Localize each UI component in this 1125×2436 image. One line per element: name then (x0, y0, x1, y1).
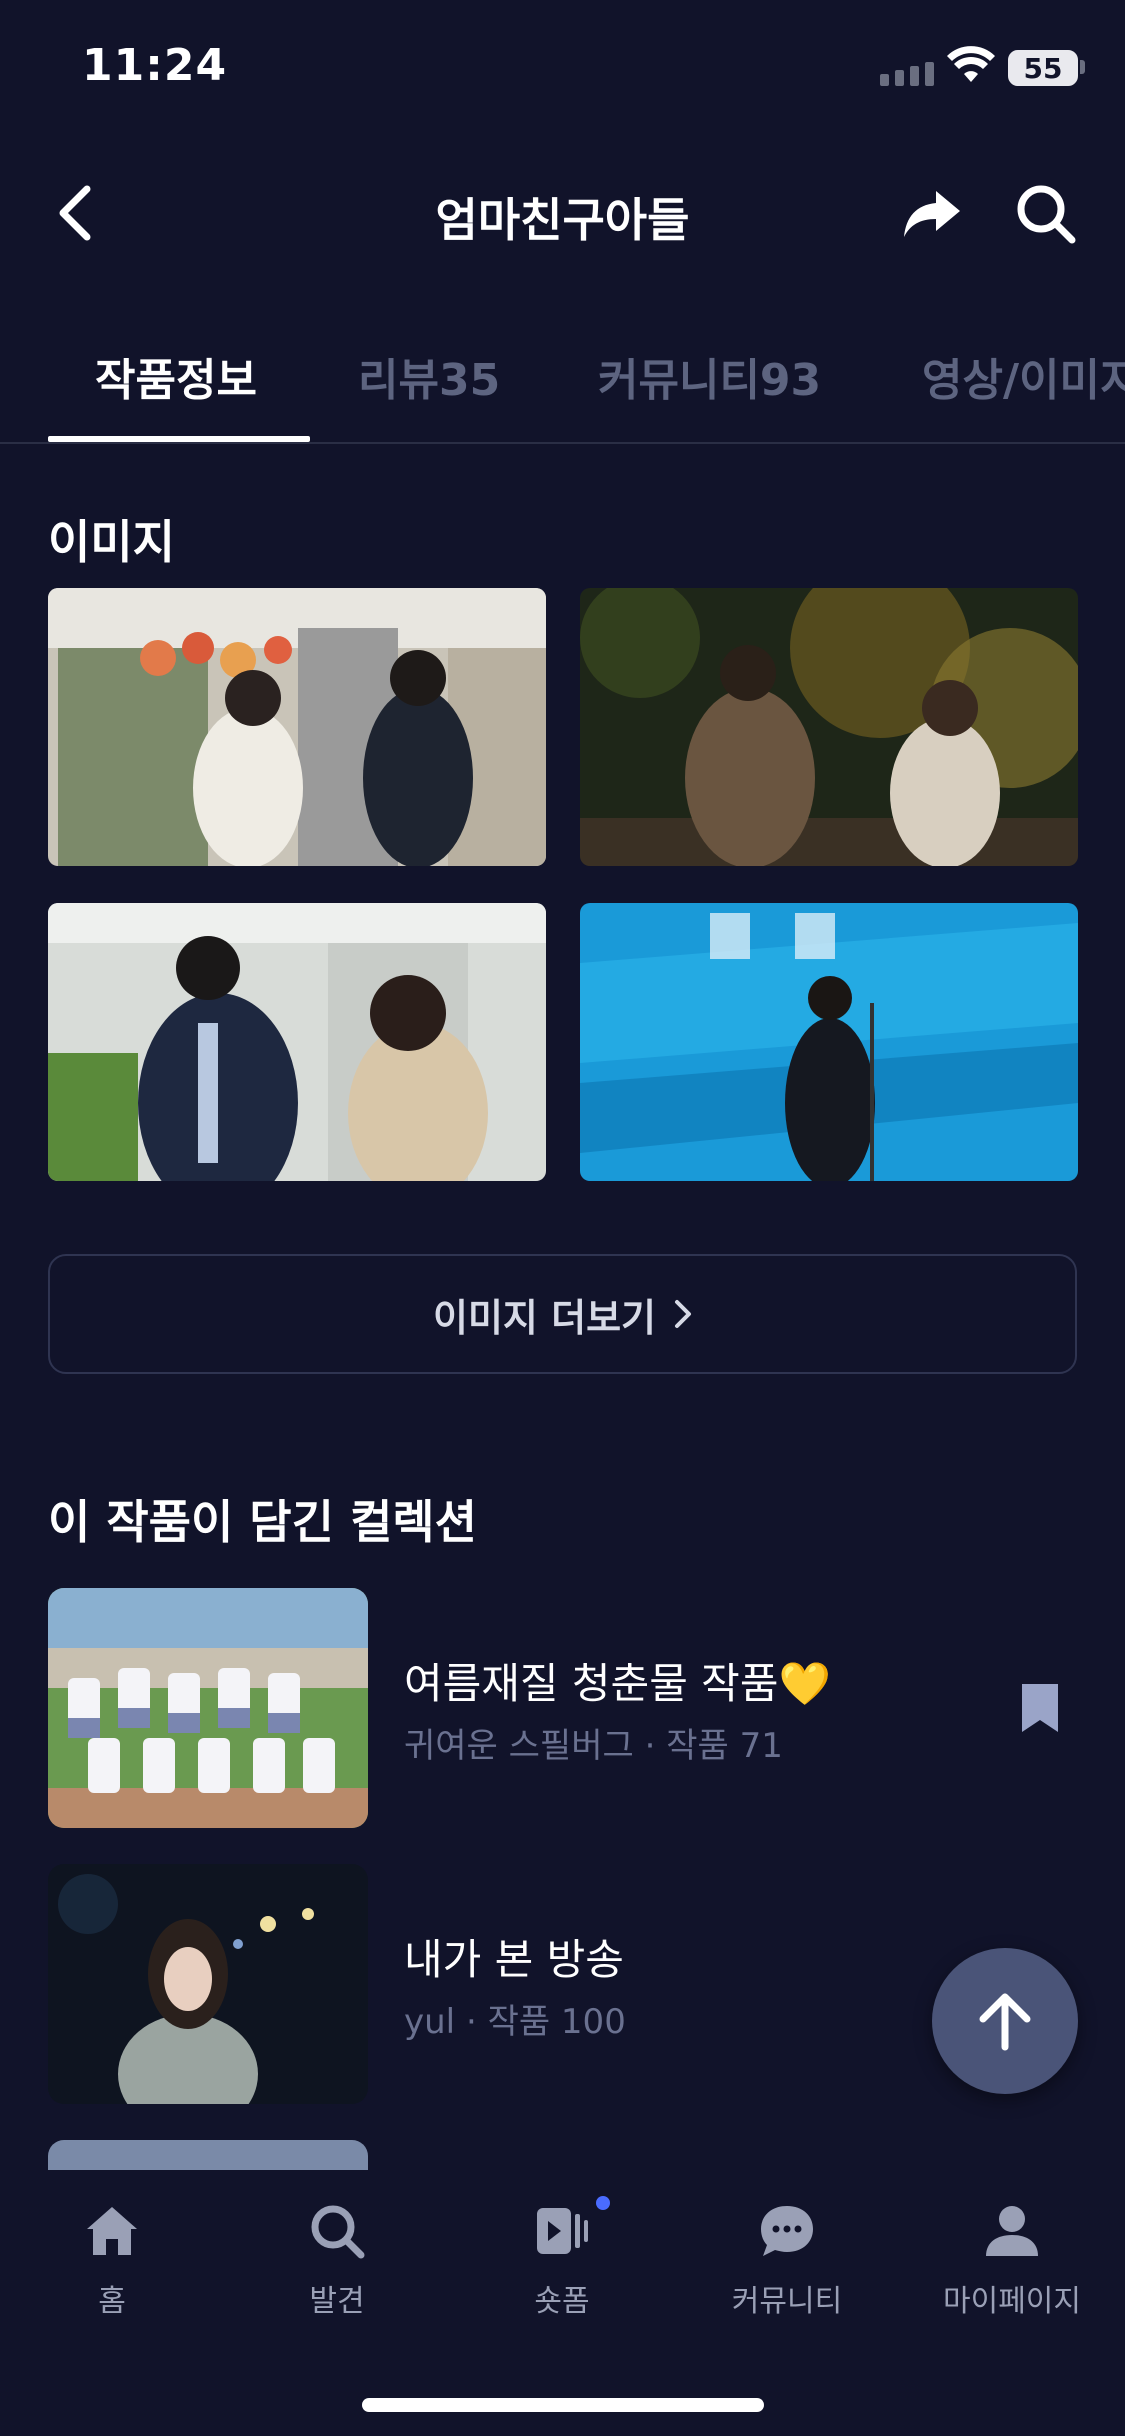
battery-tip (1080, 60, 1085, 74)
nav-shortform[interactable]: 숏폼 (472, 2196, 652, 2320)
collection-item[interactable]: 여름재질 청춘물 작품💛 귀여운 스필버그 · 작품 71 (48, 1588, 1077, 1828)
bookmark-icon[interactable] (1016, 1680, 1064, 1736)
collection-thumbnail-partial (48, 2140, 368, 2170)
tab-bar: 작품정보 리뷰35 커뮤니티93 영상/이미지 (0, 330, 1125, 444)
person-icon (986, 2206, 1038, 2256)
tab-media[interactable]: 영상/이미지 (922, 344, 1125, 408)
tab-info[interactable]: 작품정보 (95, 344, 257, 408)
shortform-icon (537, 2208, 588, 2254)
nav-discover-label: 발견 (309, 2284, 365, 2319)
nav-community-label: 커뮤니티 (731, 2284, 843, 2319)
home-icon (87, 2207, 137, 2255)
collection-owner: yul (404, 2002, 456, 2042)
drama-still-image[interactable] (580, 588, 1078, 866)
drama-still-image[interactable] (580, 903, 1078, 1181)
images-section-title: 이미지 (48, 515, 175, 569)
tab-reviews[interactable]: 리뷰35 (358, 344, 500, 408)
meta-separator: · (465, 2002, 488, 2042)
share-arrow-icon (904, 191, 960, 237)
collection-meta: yul · 작품 100 (404, 1994, 626, 2043)
chat-bubble-icon (761, 2206, 813, 2256)
chevron-right-icon (675, 1300, 691, 1328)
collection-name: 내가 본 방송 (404, 1935, 624, 1984)
nav-mypage[interactable]: 마이페이지 (922, 2196, 1102, 2320)
nav-home[interactable]: 홈 (22, 2196, 202, 2320)
collection-item[interactable]: 내가 본 방송 yul · 작품 100 (48, 1864, 1077, 2104)
wifi-icon (947, 46, 995, 82)
tab-community[interactable]: 커뮤니티93 (598, 344, 821, 408)
new-content-dot (596, 2196, 610, 2210)
arrow-up-icon (979, 1993, 1031, 2051)
search-button[interactable] (1010, 178, 1082, 250)
collection-owner: 귀여운 스필버그 (404, 1726, 634, 1766)
home-indicator (362, 2398, 764, 2412)
status-time: 11:24 (82, 40, 228, 91)
nav-discover[interactable]: 발견 (247, 2196, 427, 2320)
search-icon (1017, 185, 1076, 244)
more-images-button[interactable]: 이미지 더보기 (48, 1254, 1077, 1374)
share-button[interactable] (896, 178, 968, 250)
top-app-bar: 엄마친구아들 (0, 170, 1125, 260)
collection-thumbnail (48, 1864, 368, 2104)
scroll-to-top-button[interactable] (932, 1948, 1078, 2094)
collection-count: 작품 71 (666, 1726, 783, 1766)
nav-home-label: 홈 (98, 2284, 126, 2319)
nav-mypage-label: 마이페이지 (943, 2284, 1081, 2319)
drama-still-image[interactable] (48, 588, 546, 866)
more-images-label: 이미지 더보기 (433, 1295, 656, 1340)
nav-community[interactable]: 커뮤니티 (697, 2196, 877, 2320)
drama-still-image[interactable] (48, 903, 546, 1181)
cellular-signal-icon (880, 62, 934, 86)
collection-name: 여름재질 청춘물 작품💛 (404, 1659, 831, 1708)
collection-thumbnail (48, 1588, 368, 1828)
battery-level: 55 (1023, 51, 1063, 85)
tab-active-indicator (48, 436, 310, 442)
collections-section-title: 이 작품이 담긴 컬렉션 (48, 1495, 477, 1549)
collection-count: 작품 100 (487, 2002, 626, 2042)
status-bar: 11:24 55 (0, 0, 1125, 140)
meta-separator: · (644, 1726, 667, 1766)
battery-icon: 55 (1008, 50, 1078, 86)
search-icon (311, 2205, 365, 2259)
bottom-navigation: 홈 발견 숏폼 커뮤니티 마이페이지 (0, 2170, 1125, 2436)
collection-meta: 귀여운 스필버그 · 작품 71 (404, 1718, 783, 1767)
nav-shortform-label: 숏폼 (534, 2284, 590, 2319)
